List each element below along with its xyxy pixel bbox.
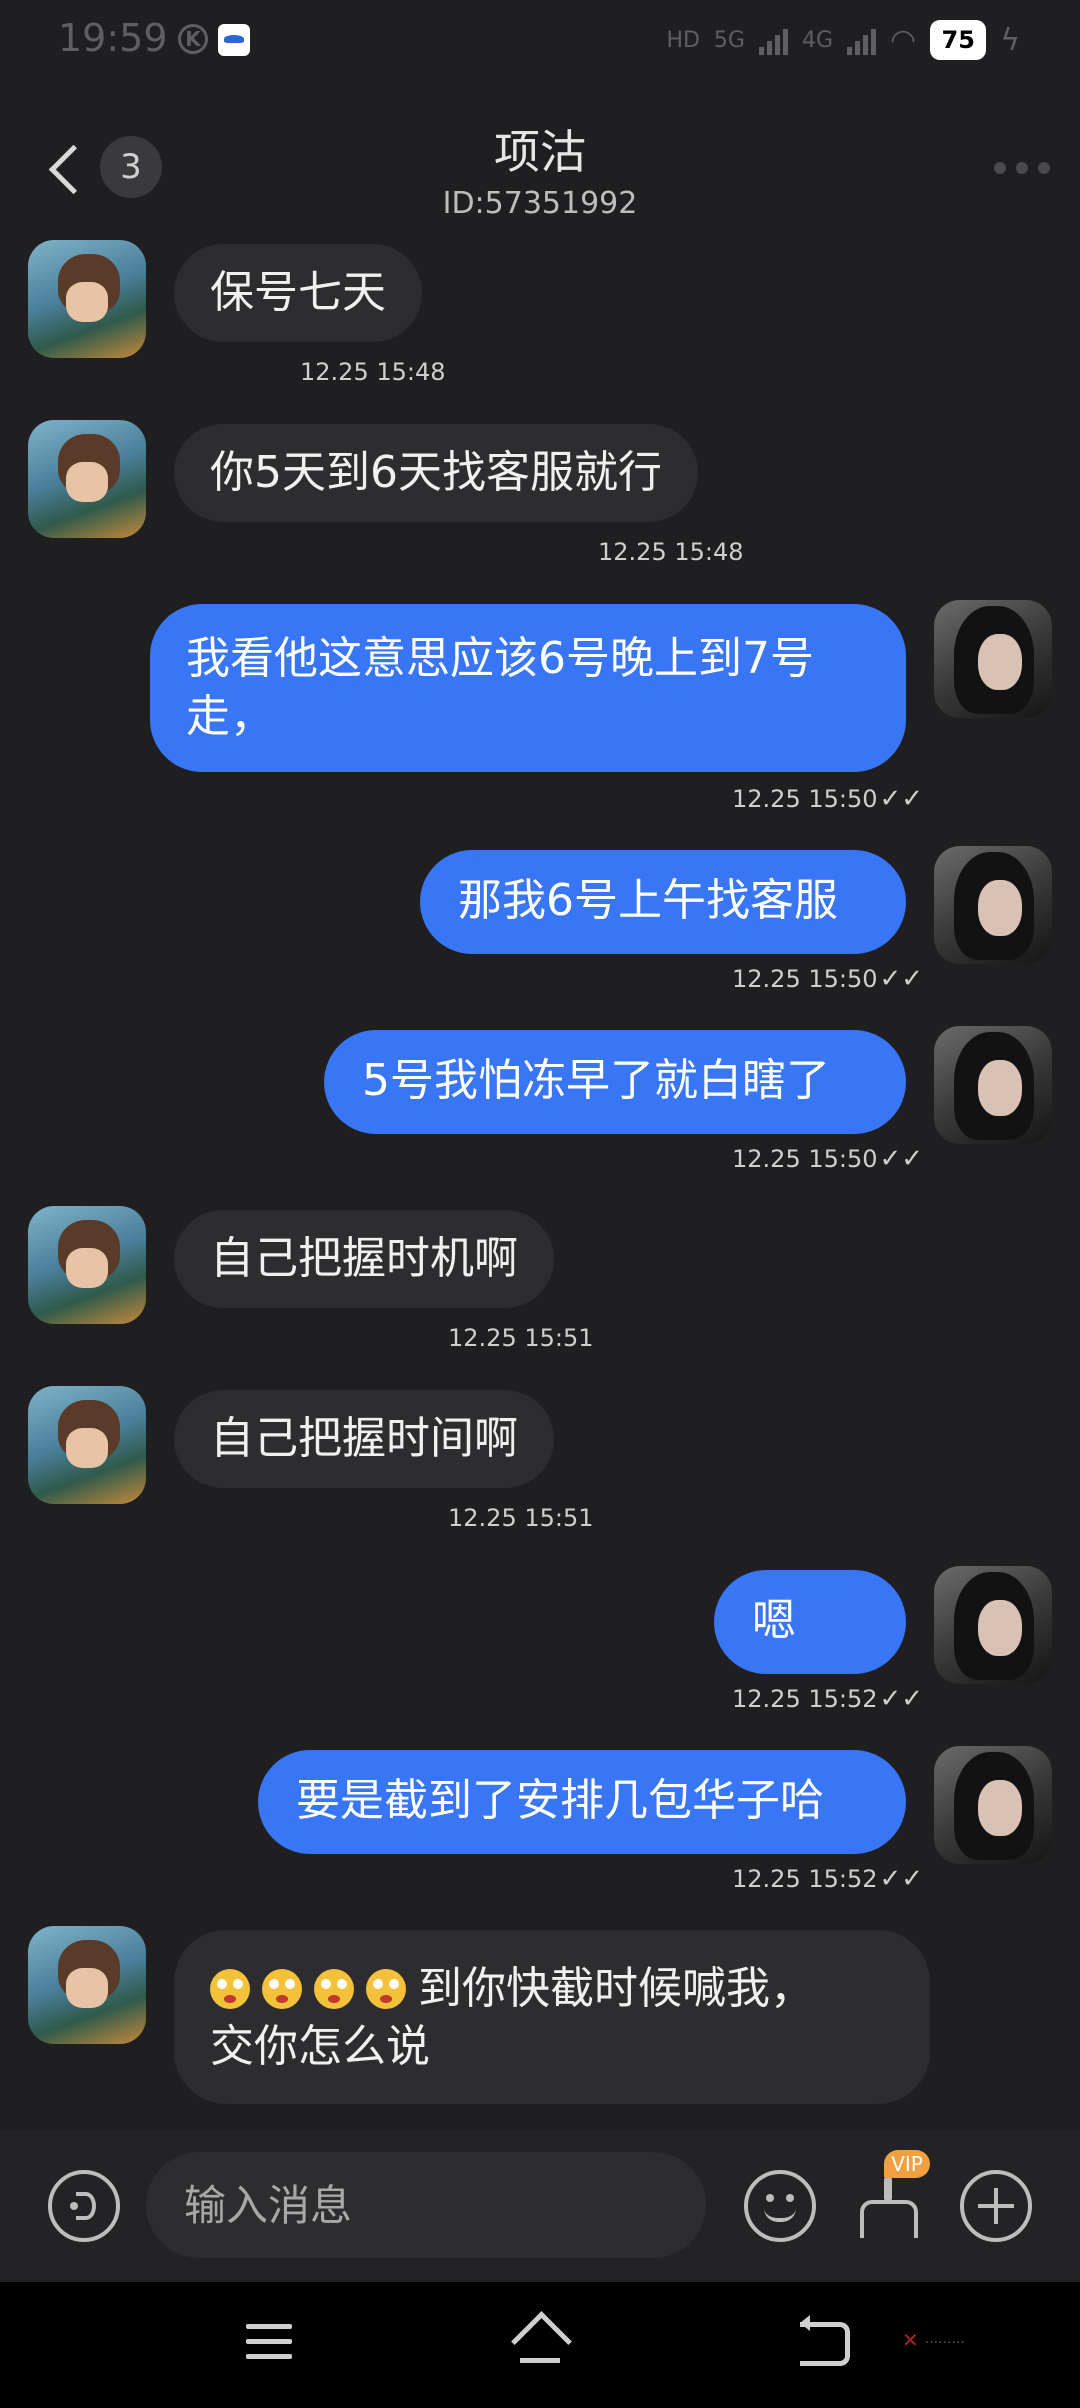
my-avatar[interactable] xyxy=(934,1746,1052,1864)
message-timestamp: 12.25 15:52✓✓ xyxy=(732,1864,924,1894)
signal-icon-2 xyxy=(847,25,877,55)
contact-avatar[interactable] xyxy=(28,420,146,538)
message-bubble-outgoing[interactable]: 要是截到了安排几包华子哈 xyxy=(258,1750,906,1854)
smile-icon[interactable] xyxy=(744,2170,816,2242)
signal-icon xyxy=(758,25,788,55)
message-timestamp: 12.25 15:48 xyxy=(300,358,446,386)
message-bubble-outgoing[interactable]: 我看他这意思应该6号晚上到7号走， xyxy=(150,604,906,772)
message-text: 到你快截时候喊我， xyxy=(418,1963,814,2014)
emoji-icon xyxy=(262,1969,302,2009)
message-bubble-outgoing[interactable]: 5号我怕冻早了就白瞎了 xyxy=(324,1030,906,1134)
chat-header: 3 项沽 ID:57351992 xyxy=(0,110,1080,230)
watermark-logo: ✕ ········· xyxy=(902,2328,965,2352)
my-avatar[interactable] xyxy=(934,1566,1052,1684)
contact-avatar[interactable] xyxy=(28,1926,146,2044)
message-text: 自己把握时机啊 xyxy=(210,1233,518,1284)
message-bubble-incoming[interactable]: 保号七天 xyxy=(174,244,422,342)
wifi-icon: ◠ xyxy=(890,22,917,58)
message-line-2: 交你怎么说 xyxy=(210,2021,430,2072)
my-avatar[interactable] xyxy=(934,600,1052,718)
contact-avatar[interactable] xyxy=(28,240,146,358)
4g-label: 4G xyxy=(801,27,834,53)
message-timestamp: 12.25 15:50✓✓ xyxy=(732,964,924,994)
emoji-icon xyxy=(314,1969,354,2009)
app-notification-icon xyxy=(218,24,250,56)
message-text: 自己把握时间啊 xyxy=(210,1413,518,1464)
system-nav-bar: ✕ ········· xyxy=(0,2282,1080,2408)
more-dots-icon xyxy=(994,162,1006,174)
message-text: 嗯 xyxy=(752,1595,796,1646)
menu-icon[interactable] xyxy=(246,2324,292,2364)
message-text: 我看他这意思应该6号晚上到7号走， xyxy=(186,633,814,742)
message-text: 要是截到了安排几包华子哈 xyxy=(296,1775,824,1826)
back-nav-icon[interactable] xyxy=(800,2315,850,2366)
battery-icon: 75 xyxy=(930,20,987,60)
k-icon: K xyxy=(178,24,208,54)
broom-icon[interactable] xyxy=(854,2170,924,2242)
message-bubble-incoming[interactable]: 到你快截时候喊我， 交你怎么说 xyxy=(174,1930,930,2104)
hd-icon: HD xyxy=(666,27,700,53)
read-check-icon: ✓✓ xyxy=(879,964,924,994)
my-avatar[interactable] xyxy=(934,846,1052,964)
plus-icon[interactable] xyxy=(960,2170,1032,2242)
message-bubble-outgoing[interactable]: 那我6号上午找客服 xyxy=(420,850,906,954)
more-menu-button[interactable] xyxy=(994,162,1050,174)
chat-title: 项沽 xyxy=(494,125,586,179)
message-text: 保号七天 xyxy=(210,267,386,318)
emoji-icon xyxy=(366,1969,406,2009)
user-id: ID:57351992 xyxy=(442,186,638,221)
message-timestamp: 12.25 15:51 xyxy=(448,1324,594,1352)
status-right: HD 5G 4G ◠ 75 ϟ xyxy=(666,20,1020,60)
message-bubble-outgoing[interactable]: 嗯 xyxy=(714,1570,906,1674)
read-check-icon: ✓✓ xyxy=(879,1864,924,1894)
message-input[interactable] xyxy=(146,2152,706,2258)
contact-avatar[interactable] xyxy=(28,1206,146,1324)
message-timestamp: 12.25 15:50✓✓ xyxy=(732,1144,924,1174)
voice-icon[interactable] xyxy=(48,2170,120,2242)
message-bubble-incoming[interactable]: 自己把握时机啊 xyxy=(174,1210,554,1308)
message-timestamp: 12.25 15:50✓✓ xyxy=(732,784,924,814)
read-check-icon: ✓✓ xyxy=(879,1144,924,1174)
message-timestamp: 12.25 15:51 xyxy=(448,1504,594,1532)
read-check-icon: ✓✓ xyxy=(879,784,924,814)
charging-icon: ϟ xyxy=(1000,22,1020,58)
message-text: 5号我怕冻早了就白瞎了 xyxy=(362,1055,830,1106)
message-bubble-incoming[interactable]: 你5天到6天找客服就行 xyxy=(174,424,698,522)
5g-label: 5G xyxy=(713,27,745,53)
message-timestamp: 12.25 15:52✓✓ xyxy=(732,1684,924,1714)
my-avatar[interactable] xyxy=(934,1026,1052,1144)
emoji-icon xyxy=(210,1969,250,2009)
vip-badge: VIP xyxy=(884,2150,930,2178)
status-time: 19:59 xyxy=(58,16,168,60)
read-check-icon: ✓✓ xyxy=(879,1684,924,1714)
message-timestamp: 12.25 15:48 xyxy=(598,538,744,566)
home-icon[interactable] xyxy=(510,2316,570,2368)
message-line-1: 到你快截时候喊我， xyxy=(210,1960,894,2018)
message-text: 你5天到6天找客服就行 xyxy=(210,447,662,498)
input-bar: VIP xyxy=(0,2130,1080,2280)
message-text: 那我6号上午找客服 xyxy=(458,875,838,926)
message-bubble-incoming[interactable]: 自己把握时间啊 xyxy=(174,1390,554,1488)
contact-avatar[interactable] xyxy=(28,1386,146,1504)
status-bar: 19:59 K HD 5G 4G ◠ 75 ϟ xyxy=(0,0,1080,90)
